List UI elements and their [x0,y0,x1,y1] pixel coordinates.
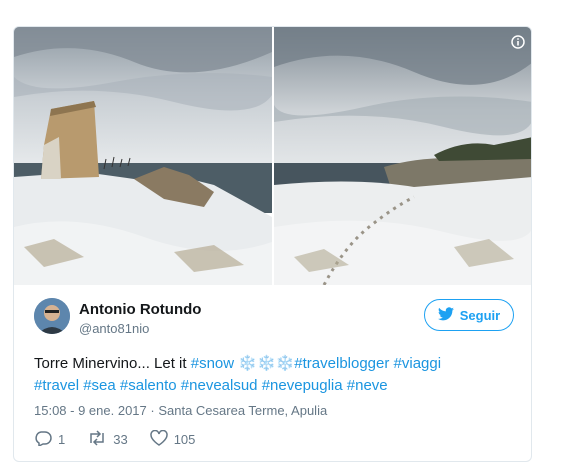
location[interactable]: Santa Cesarea Terme, Apulia [158,403,327,418]
tweet-text-segment: Torre Minervino... Let it [34,355,191,372]
retweet-action[interactable]: 33 [87,430,128,449]
follow-button[interactable]: Seguir [424,299,514,331]
hashtag-link[interactable]: #nevealsud [181,377,258,394]
hashtag-link[interactable]: #viaggi [394,355,442,372]
retweet-count: 33 [113,432,128,447]
author-handle[interactable]: @anto81nio [79,321,149,336]
tweet-text: Torre Minervino... Let it #snow ❄️❄️❄️#t… [34,353,514,397]
like-action[interactable]: 105 [149,429,196,449]
tweet-meta: 15:08 - 9 ene. 2017 · Santa Cesarea Term… [34,403,327,418]
avatar[interactable] [34,298,70,334]
twitter-bird-icon [437,306,454,324]
tweet-media[interactable] [14,27,531,285]
like-count: 105 [173,432,196,447]
retweet-icon [87,430,107,449]
snowflake-emoji: ❄️❄️❄️ [234,355,295,372]
author-name[interactable]: Antonio Rotundo [79,301,201,318]
reply-action[interactable]: 1 [34,430,65,449]
photo-tower[interactable] [14,27,272,285]
timestamp[interactable]: 15:08 - 9 ene. 2017 [34,403,147,418]
meta-separator: · [146,403,159,418]
tweet-text-line-2: #travel #sea #salento #nevealsud #nevepu… [34,375,514,397]
hashtag-link[interactable]: #travel [34,377,79,394]
reply-icon [34,430,52,449]
tweet-header: Antonio Rotundo @anto81nio Seguir [34,298,514,342]
hashtag-link[interactable]: #salento [120,377,177,394]
tweet-card: Antonio Rotundo @anto81nio Seguir Torre … [13,26,532,462]
hashtag-link[interactable]: #travelblogger [294,355,389,372]
hashtag-link[interactable]: #sea [83,377,116,394]
heart-icon [149,429,168,449]
info-icon[interactable] [511,35,525,49]
photo-coast[interactable] [274,27,531,285]
hashtag-link[interactable]: #snow [191,355,234,372]
hashtag-link[interactable]: #nevepuglia [262,377,343,394]
follow-label: Seguir [459,307,501,323]
reply-count: 1 [58,432,66,447]
tweet-text-line-1: Torre Minervino... Let it #snow ❄️❄️❄️#t… [34,353,514,375]
hashtag-link[interactable]: #neve [347,377,388,394]
tweet-actions: 1 33 105 [34,429,196,449]
